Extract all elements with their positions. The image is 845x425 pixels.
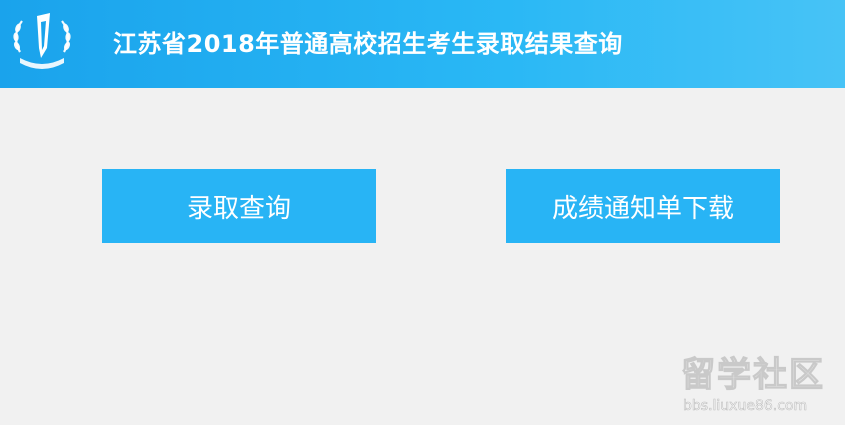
page-title: 江苏省2018年普通高校招生考生录取结果查询 bbox=[113, 30, 623, 58]
emblem-logo-icon bbox=[13, 13, 71, 69]
score-notice-download-button[interactable]: 成绩通知单下载 bbox=[506, 169, 780, 243]
watermark-brand: 留学社区 bbox=[681, 355, 825, 395]
watermark-url: bbs.liuxue86.com bbox=[683, 398, 807, 414]
page-header: 江苏省2018年普通高校招生考生录取结果查询 bbox=[0, 0, 845, 88]
admission-query-button[interactable]: 录取查询 bbox=[102, 169, 376, 243]
watermark-logo: 留学社区 bbs.liuxue86.com bbox=[680, 354, 825, 414]
